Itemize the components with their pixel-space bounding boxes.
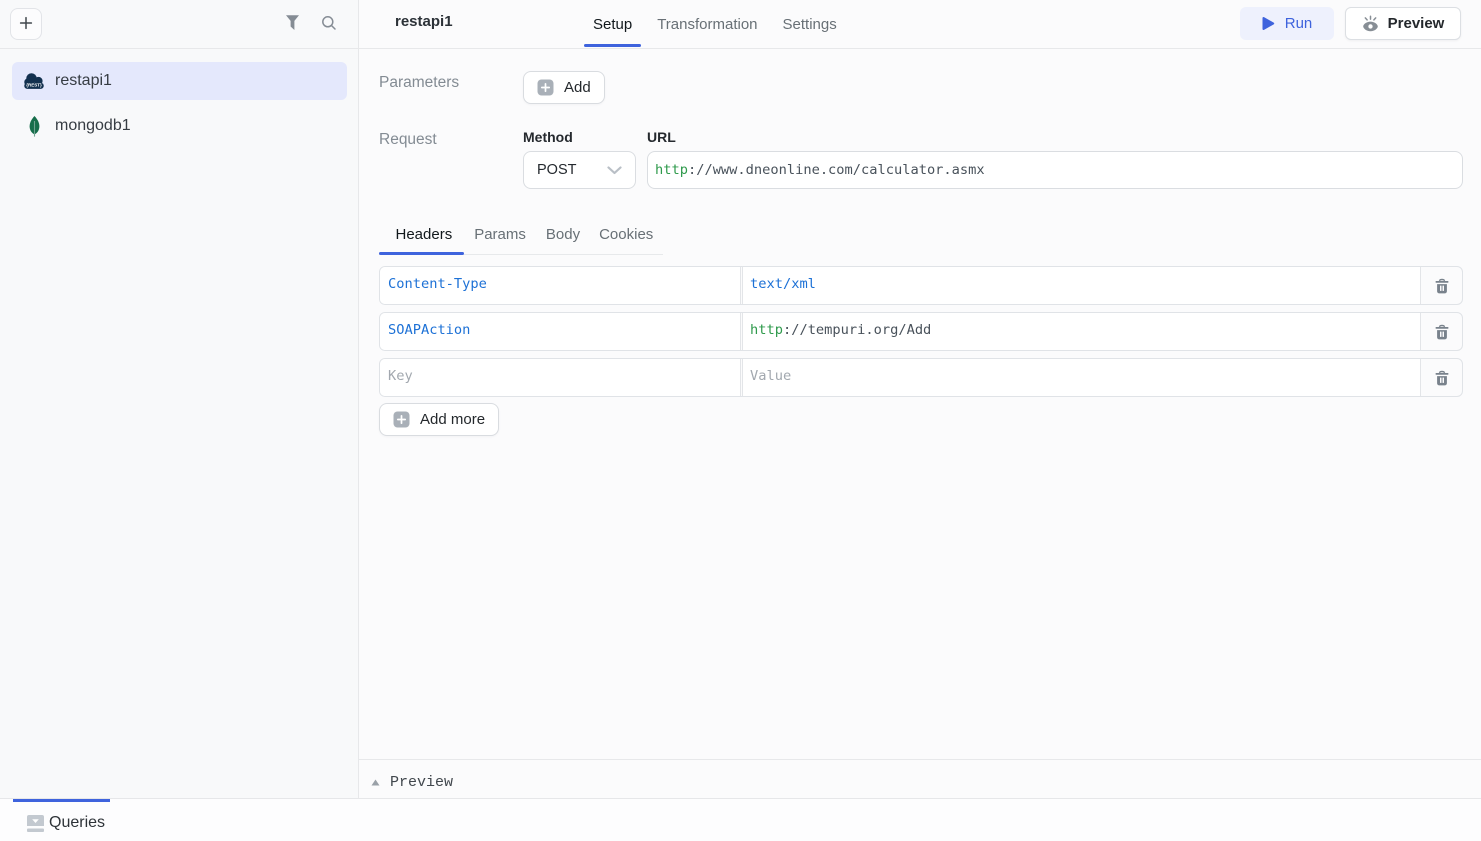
query-item-label: restapi1 (55, 72, 112, 90)
search-icon (321, 15, 337, 34)
workspace: {REST} restapi1 mongodb1 (0, 0, 1481, 798)
header-row: Key Value (379, 358, 1463, 397)
query-sidebar: {REST} restapi1 mongodb1 (0, 0, 359, 798)
chevron-down-icon (607, 166, 622, 175)
request-subtabs: Headers Params Body Cookies (379, 226, 663, 255)
eye-icon (1362, 15, 1379, 32)
delete-header-button[interactable] (1421, 267, 1462, 304)
preview-button-label: Preview (1388, 15, 1445, 32)
url-label: URL (647, 130, 1463, 145)
header-key-field[interactable]: Content-Type (380, 267, 741, 304)
header-actions: Run Preview (1240, 7, 1461, 40)
subtab-params[interactable]: Params (464, 226, 538, 254)
header-row: SOAPAction http://tempuri.org/Add (379, 312, 1463, 351)
plus-square-icon (537, 79, 554, 96)
preview-toggle-bar[interactable]: Preview (359, 759, 1481, 798)
add-more-label: Add more (420, 411, 485, 428)
delete-header-button[interactable] (1421, 313, 1462, 350)
query-list-item-mongodb1[interactable]: mongodb1 (12, 107, 347, 145)
url-rest: ://www.dneonline.com/calculator.asmx (688, 162, 985, 178)
delete-header-button[interactable] (1421, 359, 1462, 396)
svg-text:{REST}: {REST} (26, 82, 42, 87)
header-value-text: text/xml (750, 276, 816, 292)
query-title: restapi1 (395, 13, 453, 30)
method-select[interactable]: POST (523, 151, 636, 189)
add-parameter-button[interactable]: Add (523, 71, 605, 104)
method-column: Method POST (523, 130, 636, 189)
url-input[interactable]: http://www.dneonline.com/calculator.asmx (647, 151, 1463, 189)
add-query-button[interactable] (10, 8, 42, 40)
search-queries-button[interactable] (321, 15, 337, 34)
preview-button[interactable]: Preview (1345, 7, 1461, 40)
filter-queries-button[interactable] (285, 14, 300, 34)
triangle-up-icon (371, 779, 380, 786)
app: {REST} restapi1 mongodb1 (0, 0, 1481, 841)
query-list: {REST} restapi1 mongodb1 (0, 49, 358, 152)
trash-icon (1435, 324, 1449, 340)
url-scheme: http (655, 162, 688, 178)
header-key-text: SOAPAction (388, 322, 470, 338)
subtab-cookies[interactable]: Cookies (592, 226, 663, 254)
trash-icon (1435, 370, 1449, 386)
parameters-section: Parameters Add (379, 71, 1463, 104)
editor-tabs: Setup Transformation Settings (584, 0, 853, 48)
queries-tab-label[interactable]: Queries (49, 814, 105, 832)
header-key-field[interactable]: SOAPAction (380, 313, 741, 350)
header-value-rest: ://tempuri.org/Add (783, 322, 931, 338)
request-section: Request Method POST URL (379, 130, 1463, 189)
header-value-scheme: http (750, 322, 783, 338)
play-icon (1262, 16, 1275, 31)
tab-transformation[interactable]: Transformation (648, 0, 766, 48)
query-item-label: mongodb1 (55, 117, 131, 135)
query-editor-main: restapi1 Setup Transformation Settings R… (359, 0, 1481, 798)
header-value-field[interactable]: text/xml (742, 267, 1421, 304)
queries-tab-indicator (13, 799, 110, 802)
add-more-button[interactable]: Add more (379, 403, 499, 436)
setup-panel: Parameters Add Request Method (359, 49, 1481, 759)
request-fields: Method POST URL http://www.dne (523, 130, 1463, 189)
header-row: Content-Type text/xml (379, 266, 1463, 305)
header-key-field[interactable]: Key (380, 359, 741, 396)
plus-square-icon (393, 411, 410, 428)
header-key-placeholder: Key (388, 368, 413, 384)
header-key-text: Content-Type (388, 276, 487, 292)
run-button[interactable]: Run (1240, 7, 1334, 40)
sidebar-toolbar (0, 0, 358, 49)
header-value-field[interactable]: Value (742, 359, 1421, 396)
method-label: Method (523, 130, 636, 145)
run-button-label: Run (1285, 15, 1313, 32)
parameters-label: Parameters (379, 71, 523, 92)
queries-panel-icon (27, 815, 44, 832)
rest-api-icon: {REST} (24, 73, 44, 89)
tab-settings[interactable]: Settings (774, 0, 846, 48)
filter-icon (285, 14, 300, 34)
tab-setup[interactable]: Setup (584, 0, 641, 48)
method-value: POST (537, 162, 576, 178)
preview-toggle-label: Preview (390, 774, 453, 791)
header-value-placeholder: Value (750, 368, 791, 384)
query-editor-header: restapi1 Setup Transformation Settings R… (359, 0, 1481, 49)
add-more-wrap: Add more (379, 403, 1463, 436)
add-parameter-label: Add (564, 79, 591, 96)
header-value-field[interactable]: http://tempuri.org/Add (742, 313, 1421, 350)
request-label: Request (379, 130, 523, 149)
query-list-item-restapi1[interactable]: {REST} restapi1 (12, 62, 347, 100)
url-column: URL http://www.dneonline.com/calculator.… (647, 130, 1463, 189)
subtab-body[interactable]: Body (538, 226, 592, 254)
trash-icon (1435, 278, 1449, 294)
mongodb-icon (24, 116, 44, 137)
bottom-panel-bar: Queries (0, 798, 1481, 841)
subtab-headers[interactable]: Headers (379, 226, 464, 254)
plus-icon (18, 15, 34, 34)
headers-rows: Content-Type text/xml (379, 266, 1463, 404)
